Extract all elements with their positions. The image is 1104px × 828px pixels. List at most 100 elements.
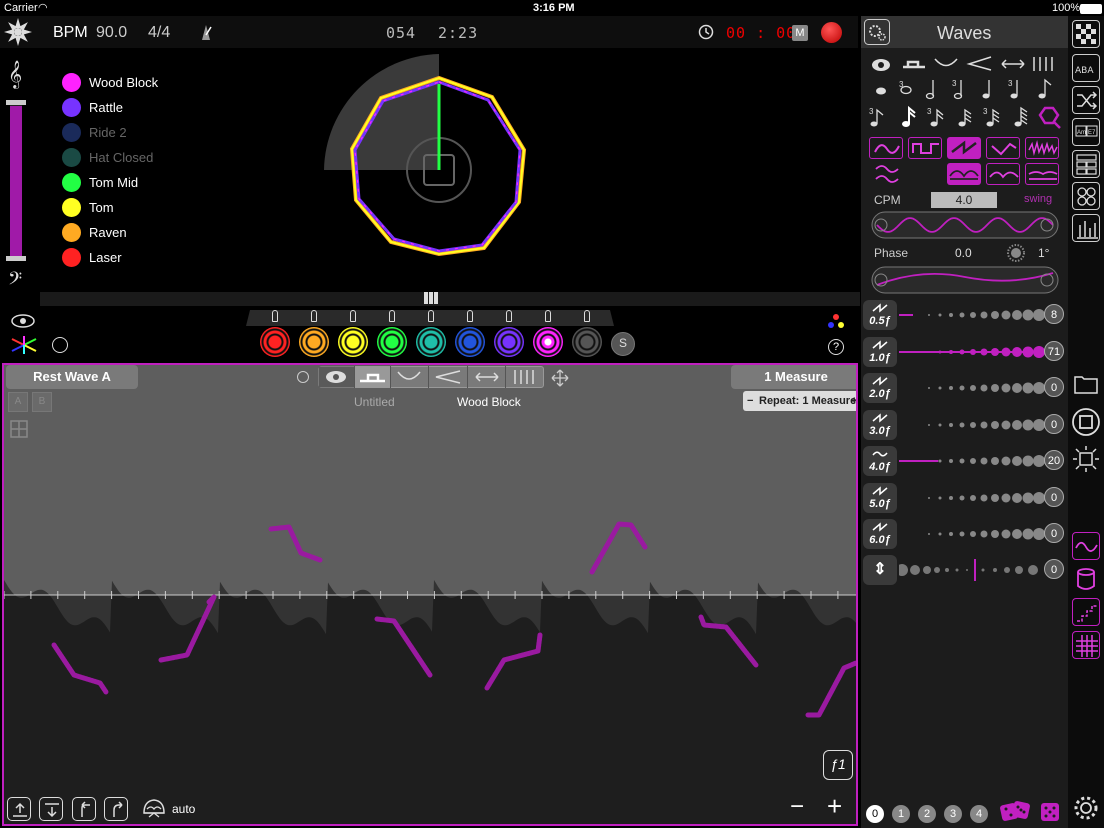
- legend-item[interactable]: Ride 2: [62, 121, 127, 143]
- pad-lock-icon[interactable]: [506, 310, 512, 322]
- rgb-dots-icon[interactable]: [826, 313, 846, 329]
- folder-icon[interactable]: [1072, 370, 1100, 396]
- preset-number[interactable]: 4: [970, 805, 988, 823]
- sine-wave-button[interactable]: [869, 137, 903, 159]
- envelope-c-button[interactable]: [1025, 163, 1059, 185]
- modulation-icon[interactable]: [873, 163, 901, 185]
- hash-grid-icon[interactable]: [1072, 631, 1100, 659]
- phase-dial-icon[interactable]: [1006, 243, 1026, 263]
- instrument-pad[interactable]: [377, 327, 407, 357]
- mode-radio[interactable]: [297, 371, 309, 383]
- harmonic-label[interactable]: 2.0ƒ: [863, 373, 897, 403]
- harmonic-slider[interactable]: [899, 340, 1045, 364]
- bpm-value[interactable]: 90.0: [96, 24, 127, 42]
- measure-button[interactable]: 1 Measure: [731, 365, 856, 389]
- m-button[interactable]: M: [792, 25, 808, 41]
- harmonic-label[interactable]: 1.0ƒ: [863, 336, 897, 367]
- shape-segments[interactable]: [318, 366, 544, 388]
- stairs-icon[interactable]: [1072, 598, 1100, 626]
- shift-up-icon[interactable]: [7, 797, 31, 821]
- color-burst-icon[interactable]: [10, 335, 38, 355]
- shuffle-icon[interactable]: [1072, 86, 1100, 114]
- dice-pair-icon[interactable]: [999, 798, 1031, 824]
- pad-lock-icon[interactable]: [311, 310, 317, 322]
- f1-button[interactable]: ƒ1: [823, 750, 853, 780]
- phase-value[interactable]: 0.0: [955, 246, 972, 260]
- pad-lock-icon[interactable]: [272, 310, 278, 322]
- instrument-pad[interactable]: [455, 327, 485, 357]
- shift-slider[interactable]: [899, 558, 1045, 582]
- tab-b[interactable]: B: [32, 392, 52, 412]
- phase-wave-slider[interactable]: [871, 266, 1059, 294]
- grid-icon[interactable]: [10, 420, 28, 438]
- time-signature[interactable]: 4/4: [148, 24, 170, 42]
- zoom-out-button[interactable]: −: [790, 793, 804, 821]
- gears-icon[interactable]: [864, 19, 890, 45]
- legend-item[interactable]: Hat Closed: [62, 146, 153, 168]
- cpm-value[interactable]: 4.0: [931, 192, 997, 208]
- list-grid-icon[interactable]: [1072, 150, 1100, 178]
- envelope-a-button[interactable]: [947, 163, 981, 185]
- instrument-pad[interactable]: [494, 327, 524, 357]
- legend-item[interactable]: Rattle: [62, 96, 123, 118]
- app-logo-icon[interactable]: [2, 16, 34, 48]
- wave-mode-icon[interactable]: [1072, 532, 1100, 560]
- harmonic-slider[interactable]: [899, 413, 1045, 437]
- harmonic-slider[interactable]: [899, 486, 1045, 510]
- pad-s-button[interactable]: S: [611, 332, 635, 356]
- pad-lock-icon[interactable]: [389, 310, 395, 322]
- harmonic-label[interactable]: 6.0ƒ: [863, 519, 897, 549]
- settings-gear-icon[interactable]: [1072, 794, 1100, 822]
- help-button[interactable]: ?: [828, 339, 844, 355]
- cpm-wave-slider[interactable]: [871, 211, 1059, 239]
- square-wave-button[interactable]: [908, 137, 942, 159]
- preset-number[interactable]: 1: [892, 805, 910, 823]
- shift-down-icon[interactable]: [39, 797, 63, 821]
- harmonic-slider[interactable]: [899, 449, 1045, 473]
- undo-icon[interactable]: [72, 797, 96, 821]
- harmonic-label[interactable]: 3.0ƒ: [863, 409, 897, 440]
- note-selector-grid[interactable]: 3 3 3 3 3 3: [861, 52, 1068, 132]
- wave-editor[interactable]: Rest Wave A A B Untitled Wood Block 1 Me…: [2, 363, 858, 826]
- harmonic-slider[interactable]: [899, 522, 1045, 546]
- triangle-wave-button[interactable]: [986, 137, 1020, 159]
- volume-slider[interactable]: 𝄞 𝄢: [4, 56, 28, 296]
- checker-grid-icon[interactable]: [1072, 20, 1100, 48]
- harmonic-label[interactable]: 4.0ƒ: [863, 446, 897, 476]
- waveform-canvas[interactable]: [4, 505, 856, 825]
- shift-icon[interactable]: ⇕: [863, 555, 897, 585]
- pad-lock-icon[interactable]: [428, 310, 434, 322]
- pad-lock-icon[interactable]: [467, 310, 473, 322]
- stop-square-icon[interactable]: [1071, 407, 1101, 437]
- harmonic-slider[interactable]: [899, 303, 1045, 327]
- instrument-pad[interactable]: [338, 327, 368, 357]
- dice-icon[interactable]: [1040, 802, 1060, 822]
- blend-toggle[interactable]: [52, 337, 68, 353]
- instrument-pad[interactable]: [299, 327, 329, 357]
- timer-display[interactable]: 00 : 00: [726, 24, 796, 42]
- legend-item[interactable]: Tom Mid: [62, 171, 138, 193]
- move-icon[interactable]: [551, 369, 569, 387]
- database-icon[interactable]: [1072, 565, 1100, 593]
- auto-brain-icon[interactable]: [141, 795, 167, 821]
- pad-lock-icon[interactable]: [584, 310, 590, 322]
- repeat-minus[interactable]: −: [747, 391, 753, 411]
- rest-wave-button[interactable]: Rest Wave A: [6, 365, 138, 389]
- chords-icon[interactable]: Am E7: [1072, 118, 1100, 146]
- redo-icon[interactable]: [104, 797, 128, 821]
- zoom-in-button[interactable]: +: [827, 791, 842, 822]
- legend-item[interactable]: Laser: [62, 246, 122, 268]
- legend-item[interactable]: Wood Block: [62, 71, 158, 93]
- metronome-icon[interactable]: [198, 23, 214, 41]
- instrument-pad[interactable]: [416, 327, 446, 357]
- swing-label[interactable]: swing: [1024, 193, 1052, 205]
- envelope-b-button[interactable]: [986, 163, 1020, 185]
- phase-degrees[interactable]: 1°: [1038, 246, 1049, 260]
- preset-number[interactable]: 2: [918, 805, 936, 823]
- timer-icon[interactable]: [698, 24, 714, 40]
- noise-wave-button[interactable]: [1025, 137, 1059, 159]
- preset-number[interactable]: 3: [944, 805, 962, 823]
- repeat-plus[interactable]: +: [851, 391, 856, 411]
- brightness-icon[interactable]: [1071, 444, 1101, 474]
- pad-lock-icon[interactable]: [545, 310, 551, 322]
